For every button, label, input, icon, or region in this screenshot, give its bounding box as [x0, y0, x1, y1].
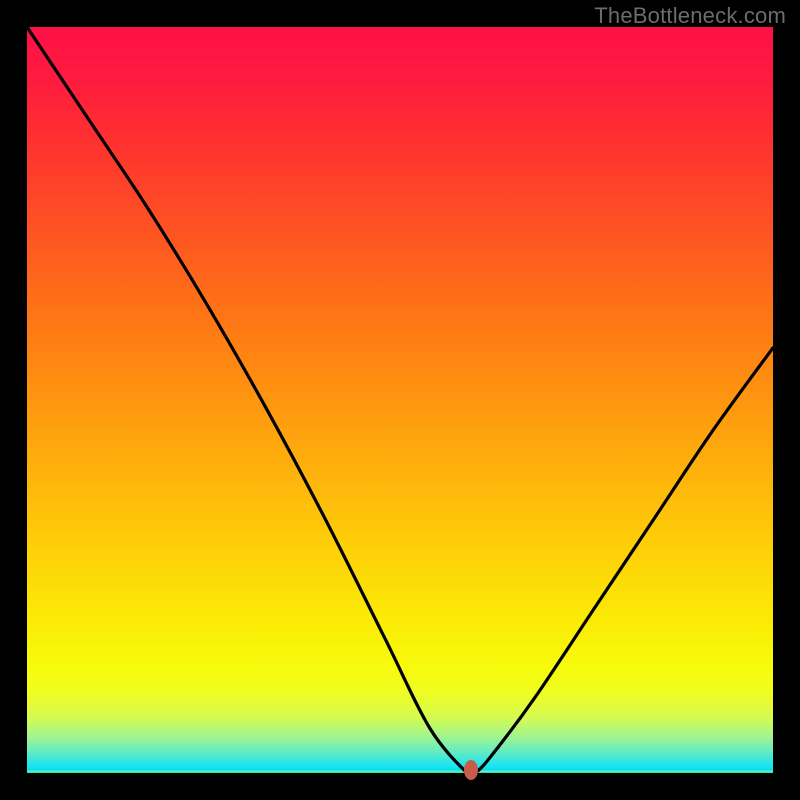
- bottleneck-curve: [27, 27, 773, 777]
- chart-wrapper: TheBottleneck.com: [0, 0, 800, 800]
- attribution-text: TheBottleneck.com: [594, 3, 786, 29]
- valley-marker: [464, 760, 478, 780]
- curve-svg: [27, 27, 773, 773]
